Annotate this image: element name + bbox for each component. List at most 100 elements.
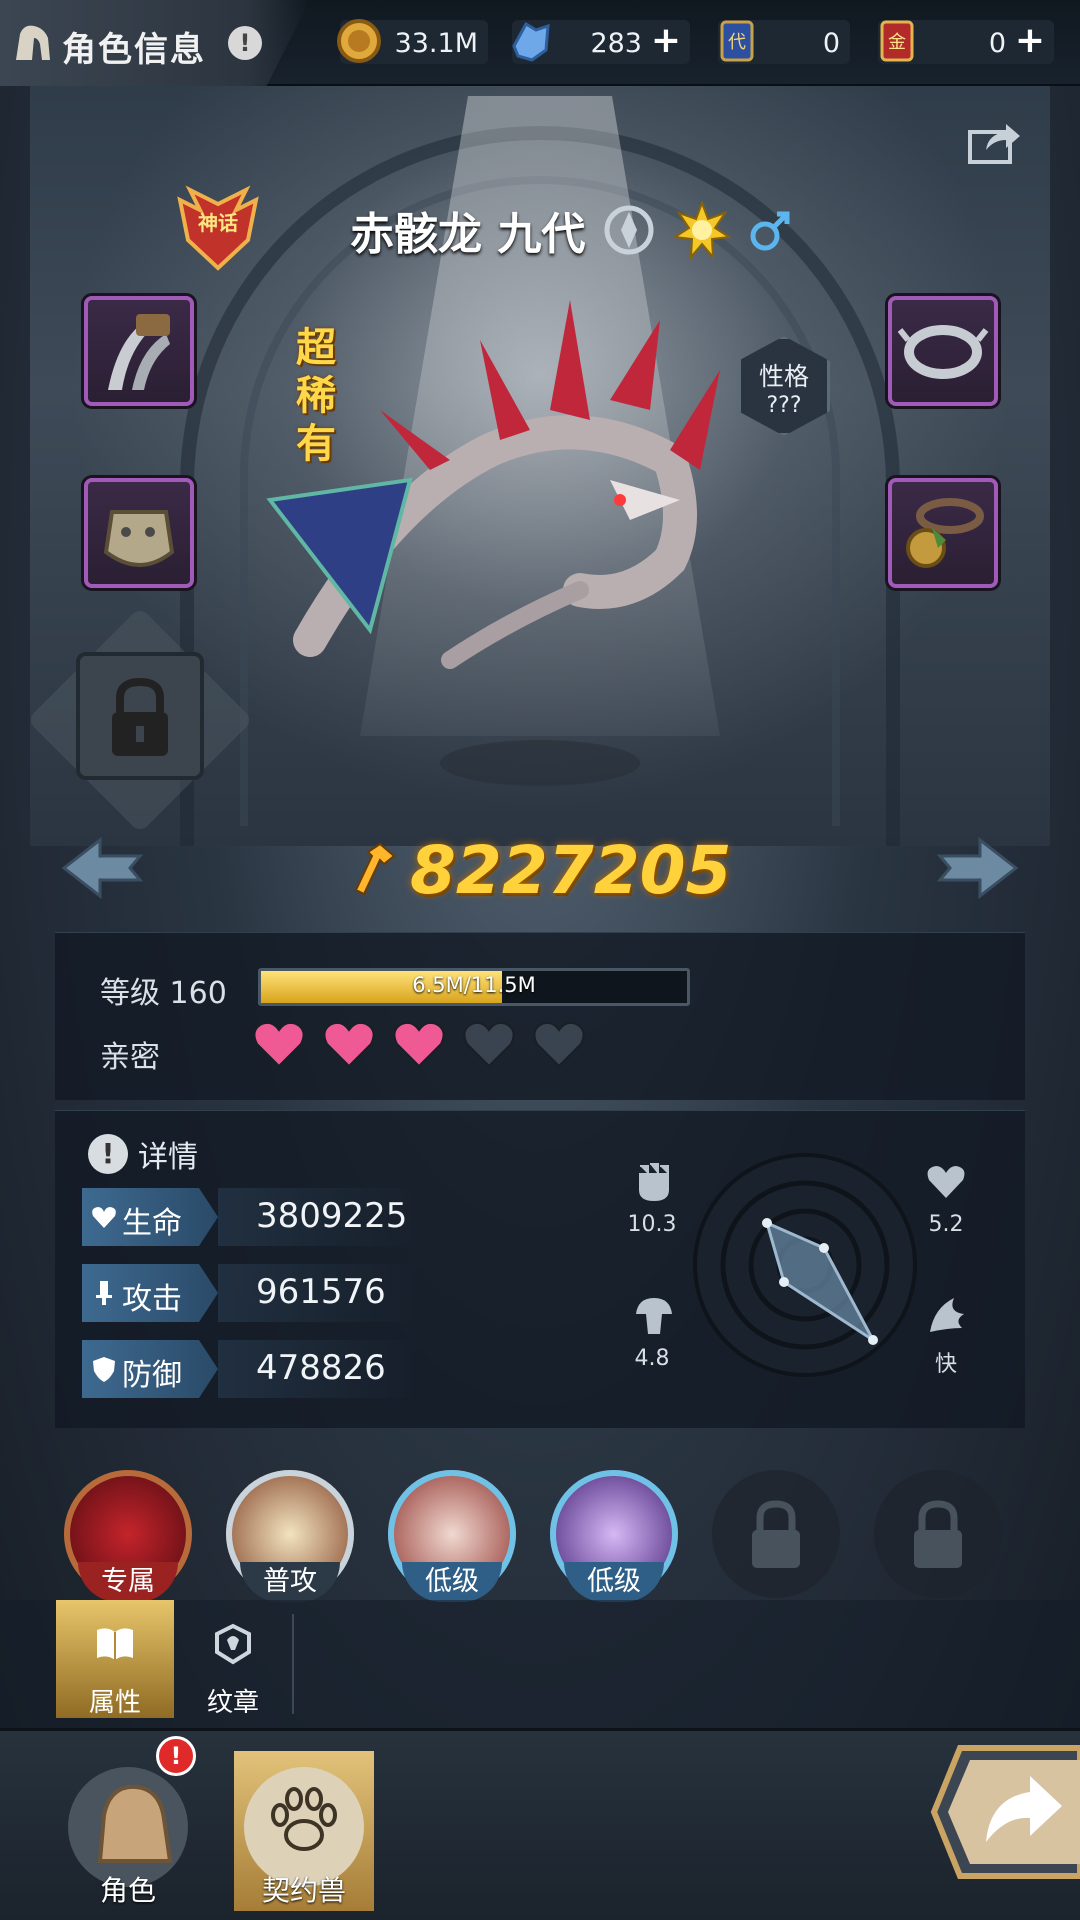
shield-icon — [93, 1357, 115, 1382]
equip-slot-ring[interactable] — [888, 296, 998, 406]
element-wind-icon[interactable] — [601, 202, 657, 258]
nav-contract-beast[interactable]: 契约兽 — [234, 1751, 374, 1911]
emblem-icon — [215, 1623, 251, 1665]
nav-label: 角色 — [99, 1874, 156, 1907]
attack-label: 攻击 — [122, 1282, 182, 1317]
heart-filled-icon — [393, 1021, 445, 1068]
detail-link[interactable]: ! 详情 — [88, 1132, 198, 1176]
defense-value: 478826 — [256, 1348, 386, 1388]
lock-icon — [914, 1500, 962, 1568]
hp-value: 3809225 — [256, 1196, 408, 1236]
intimacy-hearts — [252, 1020, 586, 1068]
hp-stat-tag: 生命 — [82, 1188, 218, 1246]
xp-text: 6.5M/11.5M — [412, 973, 536, 997]
locked-slot[interactable] — [76, 652, 204, 780]
detail-label: 详情 — [138, 1140, 198, 1175]
info-icon: ! — [88, 1134, 128, 1174]
skill-locked-2[interactable] — [874, 1470, 1002, 1598]
sword-icon — [96, 1281, 112, 1305]
tab-label: 属性 — [88, 1688, 141, 1718]
attribute-radar-chart — [693, 1153, 917, 1377]
fist-icon — [639, 1163, 669, 1202]
intimacy-label: 亲密 — [100, 1040, 160, 1075]
gem-add-button[interactable]: + — [648, 23, 684, 60]
combat-power-row: 8227205 — [350, 830, 731, 910]
armor-equipment-icon — [103, 510, 175, 567]
svg-text:神话: 神话 — [198, 211, 238, 235]
pet-claw-icon — [16, 25, 50, 60]
hp-label: 生命 — [122, 1206, 182, 1241]
top-bar: 角色信息 ! 33.1M 283 + 代 0 金 0 + — [0, 0, 1080, 86]
red-card-value: 0 — [988, 28, 1006, 59]
skill-label: 低级 — [564, 1562, 664, 1602]
attack-value: 961576 — [256, 1272, 386, 1312]
attack-stat-tag: 攻击 — [82, 1264, 218, 1322]
red-card-add-button[interactable]: + — [1012, 23, 1048, 60]
tab-attributes[interactable]: 属性 — [56, 1600, 174, 1718]
mythic-grade-badge: 神话 — [177, 185, 259, 271]
radar-top-right-value: 5.2 — [928, 1212, 964, 1237]
blue-card-value: 0 — [822, 28, 840, 59]
paw-print-icon — [271, 1787, 337, 1851]
svg-text:代: 代 — [728, 32, 746, 53]
go-forward-button[interactable] — [930, 1742, 1080, 1882]
wing-speed-icon — [930, 1298, 964, 1332]
combat-power-icon — [354, 842, 396, 896]
gem-value: 283 — [590, 28, 642, 59]
personality-value: ??? — [766, 393, 802, 418]
skill-locked-1[interactable] — [712, 1470, 840, 1598]
nav-label: 契约兽 — [261, 1874, 346, 1907]
bell-collar-icon — [906, 498, 984, 568]
skill-label: 专属 — [78, 1562, 178, 1602]
previous-pet-arrow[interactable] — [60, 836, 144, 900]
crystal-gem-icon — [512, 21, 550, 62]
level-panel — [55, 932, 1025, 1100]
dragon-pet-art — [266, 300, 720, 669]
skill-normal-attack[interactable]: 普攻 — [226, 1470, 354, 1602]
gold-currency: 33.1M — [337, 19, 488, 64]
gold-value: 33.1M — [394, 28, 478, 59]
lock-icon — [752, 1500, 800, 1568]
lock-icon — [112, 677, 168, 756]
combat-power-value: 8227205 — [410, 831, 732, 909]
skill-low-2[interactable]: 低级 — [550, 1470, 678, 1602]
heart-icon — [92, 1207, 116, 1228]
mushroom-icon — [636, 1298, 672, 1334]
heart-empty-icon — [533, 1021, 585, 1068]
blue-card-icon: 代 — [720, 20, 754, 62]
defense-stat-tag: 防御 — [82, 1340, 218, 1398]
pedestal — [440, 740, 640, 786]
red-card-icon: 金 — [880, 20, 914, 62]
radar-bottom-right-value: 快 — [934, 1352, 957, 1377]
book-icon — [97, 1628, 133, 1660]
sun-attribute-icon[interactable] — [673, 201, 732, 259]
page-title: 角色信息 — [62, 30, 206, 70]
red-card-currency: 金 0 + — [878, 20, 1054, 64]
svg-text:金: 金 — [888, 32, 906, 53]
heart-filled-icon — [323, 1021, 375, 1068]
skill-low-1[interactable]: 低级 — [388, 1470, 516, 1602]
equip-slot-claw[interactable] — [84, 296, 194, 406]
male-gender-icon — [750, 211, 790, 251]
equip-slot-bell[interactable] — [888, 478, 998, 588]
tab-label: 纹章 — [206, 1688, 259, 1718]
claw-equipment-icon — [108, 314, 170, 390]
radar-bottom-left-value: 4.8 — [634, 1346, 670, 1371]
share-icon[interactable] — [966, 116, 1022, 166]
skill-exclusive[interactable]: 专属 — [64, 1470, 192, 1602]
notification-badge: ! — [156, 1736, 196, 1776]
heart-stat-icon — [927, 1166, 965, 1198]
radar-top-left-value: 10.3 — [627, 1212, 677, 1237]
defense-label: 防御 — [122, 1358, 182, 1393]
tab-emblem[interactable]: 纹章 — [174, 1600, 292, 1718]
equip-slot-armor[interactable] — [84, 478, 194, 588]
detail-tabs: 属性 纹章 — [0, 1600, 1080, 1728]
pet-name-row: 赤骸龙 九代 — [350, 200, 795, 260]
pet-name: 赤骸龙 九代 — [350, 209, 586, 260]
info-alert-icon[interactable]: ! — [228, 26, 262, 60]
level-label: 等级 160 — [100, 976, 227, 1011]
next-pet-arrow[interactable] — [936, 836, 1020, 900]
character-hood-icon — [97, 1784, 173, 1863]
gem-currency: 283 + — [512, 20, 690, 64]
tab-divider — [292, 1614, 294, 1714]
